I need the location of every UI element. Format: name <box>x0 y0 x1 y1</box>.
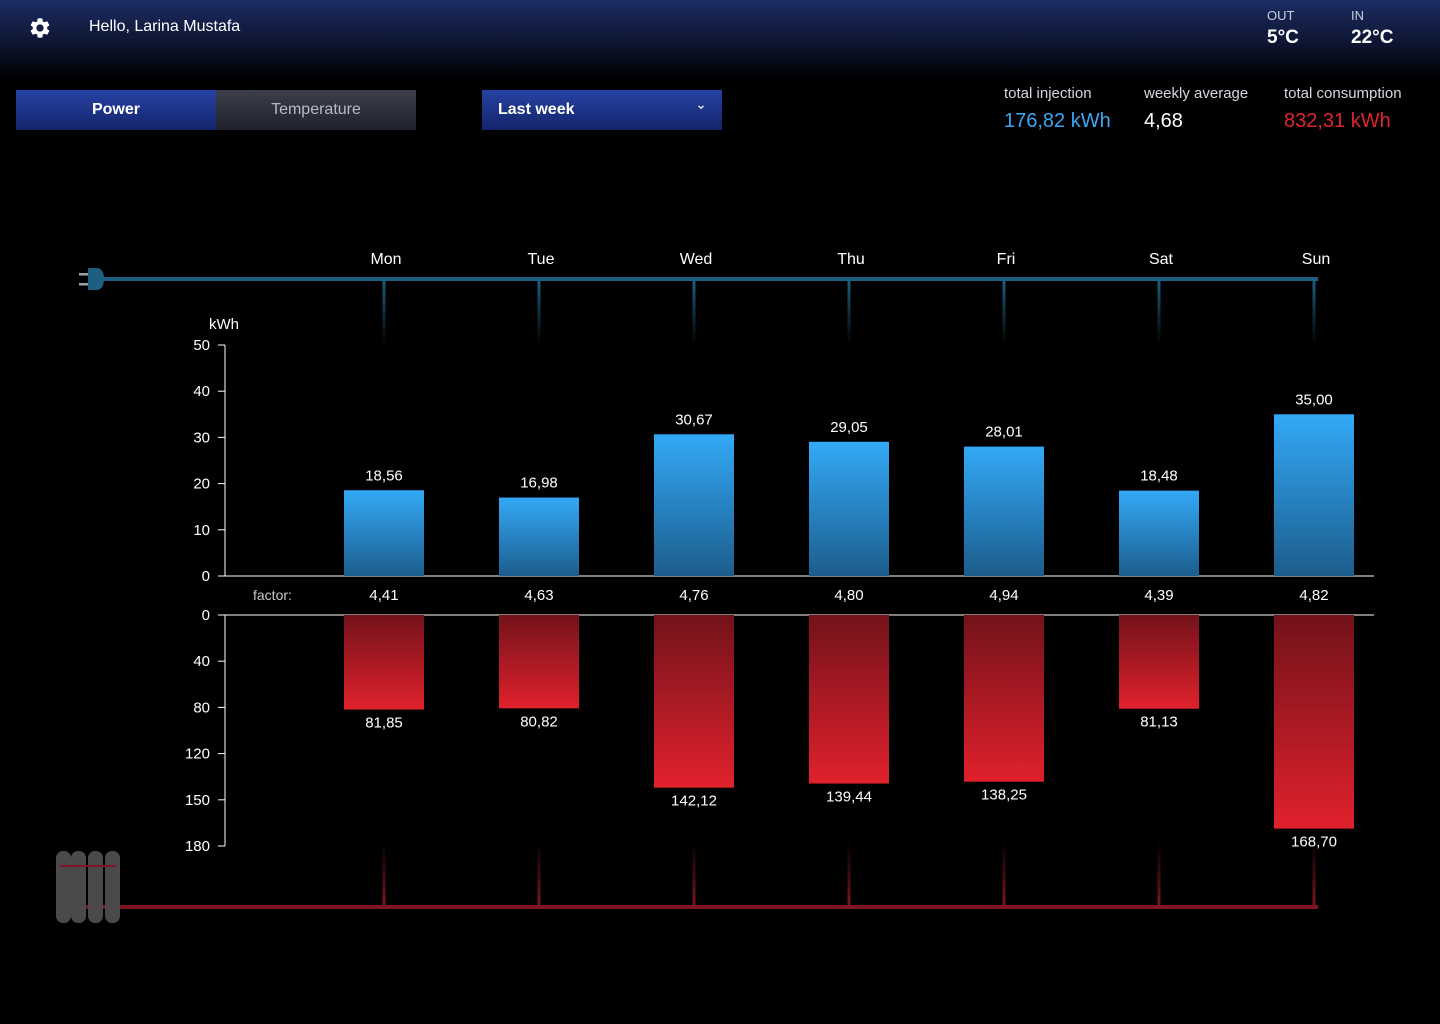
injection-bar <box>964 446 1044 576</box>
factor-value: 4,39 <box>1144 587 1173 604</box>
lower-tick-label: 40 <box>193 653 210 670</box>
lower-tick-label: 80 <box>193 699 210 716</box>
injection-value-label: 28,01 <box>985 424 1023 441</box>
consumption-value-label: 168,70 <box>1291 834 1337 851</box>
day-label: Wed <box>680 251 713 268</box>
radiator-icon <box>56 851 120 923</box>
injection-connector <box>1157 279 1161 345</box>
factor-value: 4,82 <box>1299 587 1328 604</box>
consumption-connector <box>1312 842 1316 907</box>
injection-connector <box>1002 279 1006 345</box>
day-label: Mon <box>370 251 401 268</box>
consumption-connector <box>1157 842 1161 907</box>
injection-value-label: 35,00 <box>1295 391 1333 408</box>
consumption-bar <box>1274 615 1354 829</box>
day-label: Thu <box>837 251 865 268</box>
factor-value: 4,94 <box>989 587 1018 604</box>
injection-bar <box>654 434 734 576</box>
injection-connector <box>1312 279 1316 345</box>
injection-bar <box>499 497 579 576</box>
consumption-connector <box>847 842 851 907</box>
day-label: Sun <box>1302 251 1330 268</box>
consumption-bar <box>499 615 579 709</box>
day-label: Sat <box>1149 251 1174 268</box>
day-label: Fri <box>997 251 1016 268</box>
consumption-connector <box>537 842 541 907</box>
consumption-bar <box>964 615 1044 782</box>
injection-value-label: 16,98 <box>520 475 558 492</box>
injection-connector <box>692 279 696 345</box>
plug-icon <box>79 268 104 290</box>
consumption-value-label: 81,85 <box>365 715 403 732</box>
consumption-value-label: 81,13 <box>1140 714 1178 731</box>
upper-tick-label: 20 <box>193 476 210 493</box>
upper-tick-label: 40 <box>193 383 210 400</box>
consumption-bar <box>654 615 734 788</box>
upper-tick-label: 50 <box>193 337 210 354</box>
factor-label: factor: <box>253 587 292 603</box>
lower-tick-label: 0 <box>202 607 210 624</box>
injection-value-label: 29,05 <box>830 419 868 436</box>
consumption-value-label: 139,44 <box>826 789 872 806</box>
lower-tick-label: 120 <box>185 746 210 763</box>
injection-bar <box>1274 414 1354 576</box>
factor-value: 4,63 <box>524 587 553 604</box>
consumption-value-label: 142,12 <box>671 793 717 810</box>
injection-value-label: 18,48 <box>1140 468 1178 485</box>
upper-tick-label: 30 <box>193 429 210 446</box>
consumption-connector <box>382 842 386 907</box>
consumption-bar <box>809 615 889 784</box>
injection-bar <box>809 441 889 576</box>
consumption-bar <box>344 615 424 710</box>
injection-bar <box>1119 490 1199 576</box>
upper-tick-label: 0 <box>202 568 210 585</box>
consumption-value-label: 80,82 <box>520 713 558 730</box>
factor-value: 4,76 <box>679 587 708 604</box>
injection-bar <box>344 490 424 576</box>
consumption-value-label: 138,25 <box>981 787 1027 804</box>
injection-value-label: 30,67 <box>675 411 713 428</box>
injection-value-label: 18,56 <box>365 467 403 484</box>
consumption-connector <box>1002 842 1006 907</box>
injection-connector <box>847 279 851 345</box>
unit-label: kWh <box>209 316 239 333</box>
consumption-connector <box>692 842 696 907</box>
factor-value: 4,41 <box>369 587 398 604</box>
lower-tick-label: 150 <box>185 792 210 809</box>
injection-connector <box>537 279 541 345</box>
factor-value: 4,80 <box>834 587 863 604</box>
injection-connector <box>382 279 386 345</box>
power-chart: kWh factor: 0 10 20 30 40 50 0 40 80 120 150 180 Mon… <box>56 251 1374 923</box>
lower-tick-label: 180 <box>185 838 210 855</box>
upper-tick-label: 10 <box>193 522 210 539</box>
consumption-bar <box>1119 615 1199 709</box>
day-label: Tue <box>528 251 555 268</box>
